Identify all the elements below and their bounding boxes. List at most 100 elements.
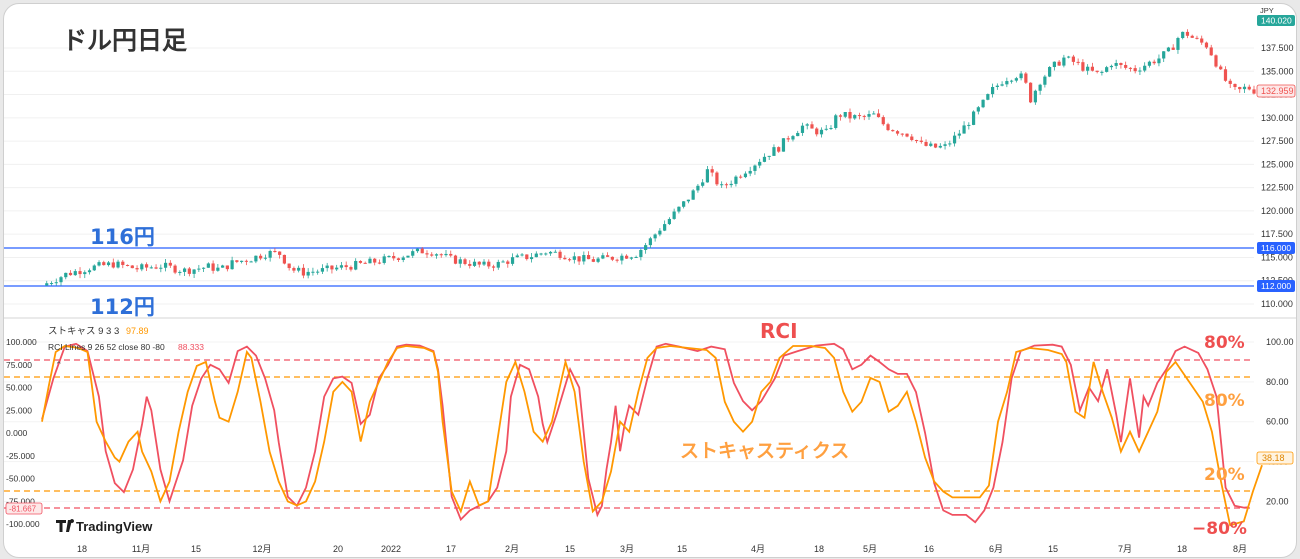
candle-body [895,131,900,134]
candle-body [316,271,320,273]
stoch-current-tag: 38.18 [1262,453,1285,463]
candle-body [648,238,652,246]
candle-body [192,269,196,274]
candle-body [772,147,776,156]
price-tick-label: 125.000 [1261,159,1294,169]
candle-body [715,172,719,185]
candle-body [1029,82,1033,103]
candle-body [1010,80,1014,82]
candle-body [810,124,814,129]
tag-116: 116.000 [1261,243,1291,253]
candle-body [49,283,54,285]
candle-body [639,249,643,257]
candle-body [663,224,667,231]
osc-left-tick-label: -25.000 [6,451,35,461]
candle-body [777,147,781,152]
candle-body [311,271,315,273]
candle-body [159,267,163,269]
price-tick-label: 120.000 [1261,206,1294,216]
candle-body [401,257,405,261]
candle-body [506,261,510,264]
candle-body [881,117,885,125]
time-tick-label: 2月 [505,544,519,554]
candle-body [891,130,895,132]
candle-body [235,260,239,262]
candle-body [344,265,348,268]
candle-body [563,257,567,260]
candle-body [444,253,448,256]
price-axis: 110.000112.500115.000117.500120.000122.5… [1261,43,1294,309]
stoch-legend-name: ストキャス 9 3 3 [48,326,119,337]
candle-body [610,256,614,260]
candle-body [1223,69,1228,81]
candle-body [301,267,306,276]
candle-body [539,253,543,255]
candle-body [173,265,177,273]
label-rci-m80: −80% [1192,519,1247,539]
candle-body [867,114,871,117]
label-112-yen: 112円 [90,295,155,319]
candle-body [853,115,857,119]
candle-body [929,143,933,146]
price-tick-label: 117.500 [1261,229,1293,239]
candle-body [273,250,277,252]
candle-body [919,140,923,142]
price-tick-label: 122.500 [1261,183,1294,193]
rci-legend-value: 88.333 [178,342,204,352]
time-tick-label: 5月 [863,544,877,554]
osc-left-tick-label: 100.000 [6,337,37,347]
candle-body [743,173,748,178]
candle-body [710,169,714,173]
candle-body [482,261,486,265]
osc-right-tick-label: 20.00 [1266,496,1289,506]
label-stochastics: ストキャスティクス [680,440,849,462]
time-tick-label: 15 [1048,544,1058,554]
stochastic-line [41,345,1263,527]
osc-right-tick-label: 80.00 [1266,377,1289,387]
candle-body [615,259,619,261]
candle-body [1171,47,1175,50]
time-tick-label: 6月 [989,544,1003,554]
candle-body [463,259,467,264]
rci-legend-name: RCI Lines 9 26 52 close 80 -80 [48,342,165,352]
candle-body [1086,66,1090,71]
candle-body [78,271,82,275]
candle-body [625,255,629,259]
candle-body [572,256,576,260]
candle-body [73,271,77,276]
candle-body [739,176,743,178]
candle-body [325,265,329,269]
tradingview-logo[interactable]: TradingView [56,518,153,534]
candle-body [796,132,800,137]
candle-body [163,262,168,268]
candle-body [758,161,762,166]
candle-body [1166,47,1171,52]
candle-body [335,267,339,270]
osc-left-tick-label: -50.000 [6,474,35,484]
candle-body [144,264,149,268]
candle-body [97,262,101,266]
candle-body [92,265,96,271]
candle-body [221,265,225,268]
osc-left-tick-label: 0.000 [6,428,28,438]
candle-body [477,261,481,265]
candle-body [1143,65,1147,71]
candle-body [1200,38,1204,43]
candle-body [677,206,681,212]
candle-body [496,261,500,268]
candle-body [487,261,491,267]
candle-body [910,136,914,141]
candle-body [411,251,415,256]
candle-body [686,199,690,202]
candle-body [406,255,410,258]
candle-body [373,258,377,263]
candle-body [354,260,358,270]
candle-body [501,261,505,263]
candle-body [962,125,966,134]
collapse-chevron-icon[interactable]: ⌃ [55,361,63,371]
candle-body [1105,67,1109,72]
candle-body [876,113,881,118]
candle-body [1019,73,1023,79]
label-rci: RCI [760,319,798,343]
candle-body [986,94,990,100]
